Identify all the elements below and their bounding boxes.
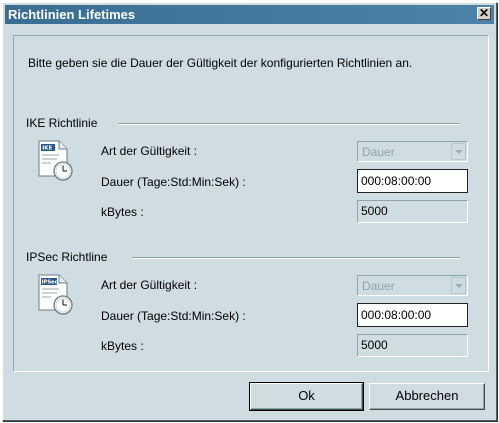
ipsec-group-divider [132, 257, 460, 259]
ike-duration-label: Dauer (Tage:Std:Min:Sek) : [101, 175, 246, 189]
ipsec-group-title: IPSec Richtline [26, 250, 108, 264]
cancel-button[interactable]: Abbrechen [369, 383, 485, 410]
ike-group-title: IKE Richtlinie [26, 116, 98, 130]
ipsec-type-label: Art der Gültigkeit : [101, 278, 198, 292]
ike-icon-label: IKE [42, 146, 52, 152]
ipsec-kbytes-field: 5000 [357, 334, 468, 357]
ipsec-type-value: Dauer [362, 279, 395, 293]
ipsec-duration-label: Dauer (Tage:Std:Min:Sek) : [101, 309, 246, 323]
ipsec-icon-label: IPSec [42, 280, 58, 286]
ike-policy-clock-icon: IKE [38, 140, 73, 181]
ike-duration-input[interactable]: 000:08:00:00 [357, 169, 468, 193]
ok-button[interactable]: Ok [249, 382, 364, 411]
chevron-down-icon[interactable] [451, 277, 466, 294]
title-bar[interactable]: Richtlinien Lifetimes ✕ [5, 5, 494, 24]
ipsec-policy-clock-icon: IPSec [38, 274, 73, 315]
ike-type-select[interactable]: Dauer [357, 141, 468, 162]
ike-kbytes-label: kBytes : [101, 205, 144, 219]
ipsec-kbytes-label: kBytes : [101, 339, 144, 353]
window-title: Richtlinien Lifetimes [8, 7, 136, 22]
ike-type-label: Art der Gültigkeit : [101, 144, 198, 158]
ike-kbytes-field: 5000 [357, 200, 468, 223]
ipsec-type-select[interactable]: Dauer [357, 275, 468, 296]
ike-type-value: Dauer [362, 145, 395, 159]
ike-group-divider [118, 123, 460, 125]
chevron-down-icon[interactable] [451, 143, 466, 160]
close-button[interactable]: ✕ [477, 7, 491, 20]
ipsec-duration-input[interactable]: 000:08:00:00 [357, 303, 468, 327]
intro-text: Bitte geben sie die Dauer der Gültigkeit… [28, 56, 413, 70]
